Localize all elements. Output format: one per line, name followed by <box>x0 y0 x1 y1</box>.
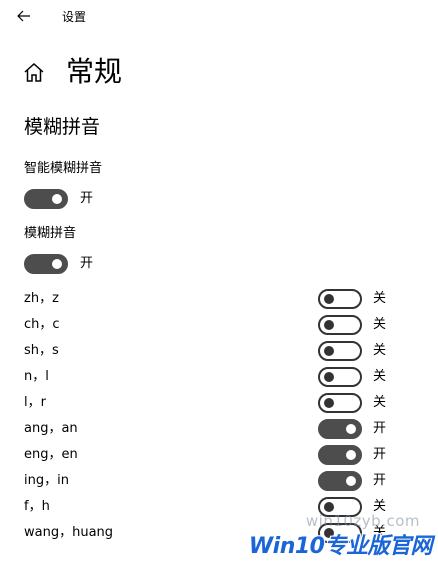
toggle-knob <box>346 476 356 486</box>
pair-state: 开 <box>373 447 387 462</box>
pair-state: 关 <box>373 343 387 358</box>
pair-state: 关 <box>373 525 387 540</box>
pair-label: wang，huang <box>24 525 114 540</box>
pair-label: sh，s <box>24 343 59 358</box>
pair-toggle[interactable] <box>318 393 362 413</box>
pair-label: zh，z <box>24 291 59 306</box>
window-title: 设置 <box>62 10 87 24</box>
pair-state: 关 <box>373 499 387 514</box>
pair-label: l，r <box>24 395 46 410</box>
pair-toggle[interactable] <box>318 315 362 335</box>
pair-label: eng，en <box>24 447 78 462</box>
home-icon <box>24 62 44 82</box>
pair-label: f，h <box>24 499 50 514</box>
page-title: 常规 <box>66 55 123 88</box>
toggle-knob <box>324 372 334 382</box>
title-bar: 设置 <box>0 0 438 32</box>
pair-toggle[interactable] <box>318 289 362 309</box>
pair-toggle[interactable] <box>318 471 362 491</box>
arrow-left-icon <box>17 10 30 22</box>
pair-toggle[interactable] <box>318 523 362 543</box>
pair-state: 关 <box>373 369 387 384</box>
fuzzy-label: 模糊拼音 <box>24 226 77 241</box>
toggle-knob <box>324 320 334 330</box>
pair-toggle[interactable] <box>318 367 362 387</box>
pair-label: ing，in <box>24 473 69 488</box>
toggle-knob <box>324 398 334 408</box>
toggle-knob <box>324 502 334 512</box>
fuzzy-state: 开 <box>80 256 94 271</box>
toggle-knob <box>52 259 62 269</box>
pair-label: n，l <box>24 369 49 384</box>
pair-state: 关 <box>373 317 387 332</box>
toggle-knob <box>324 294 334 304</box>
fuzzy-toggle[interactable] <box>24 254 68 274</box>
toggle-knob <box>346 424 356 434</box>
back-button[interactable] <box>10 4 38 28</box>
smart-fuzzy-toggle[interactable] <box>24 189 68 209</box>
pair-toggle[interactable] <box>318 497 362 517</box>
pair-toggle[interactable] <box>318 341 362 361</box>
toggle-knob <box>324 528 334 538</box>
pair-label: ch，c <box>24 317 60 332</box>
pair-toggle[interactable] <box>318 419 362 439</box>
pair-state: 关 <box>373 291 387 306</box>
pair-state: 开 <box>373 421 387 436</box>
pair-toggle[interactable] <box>318 445 362 465</box>
toggle-knob <box>346 450 356 460</box>
smart-fuzzy-label: 智能模糊拼音 <box>24 161 103 176</box>
pair-label: ang，an <box>24 421 78 436</box>
pair-state: 开 <box>373 473 387 488</box>
toggle-knob <box>324 346 334 356</box>
pair-state: 关 <box>373 395 387 410</box>
smart-fuzzy-state: 开 <box>80 191 94 206</box>
section-title: 模糊拼音 <box>24 116 101 138</box>
toggle-knob <box>52 194 62 204</box>
